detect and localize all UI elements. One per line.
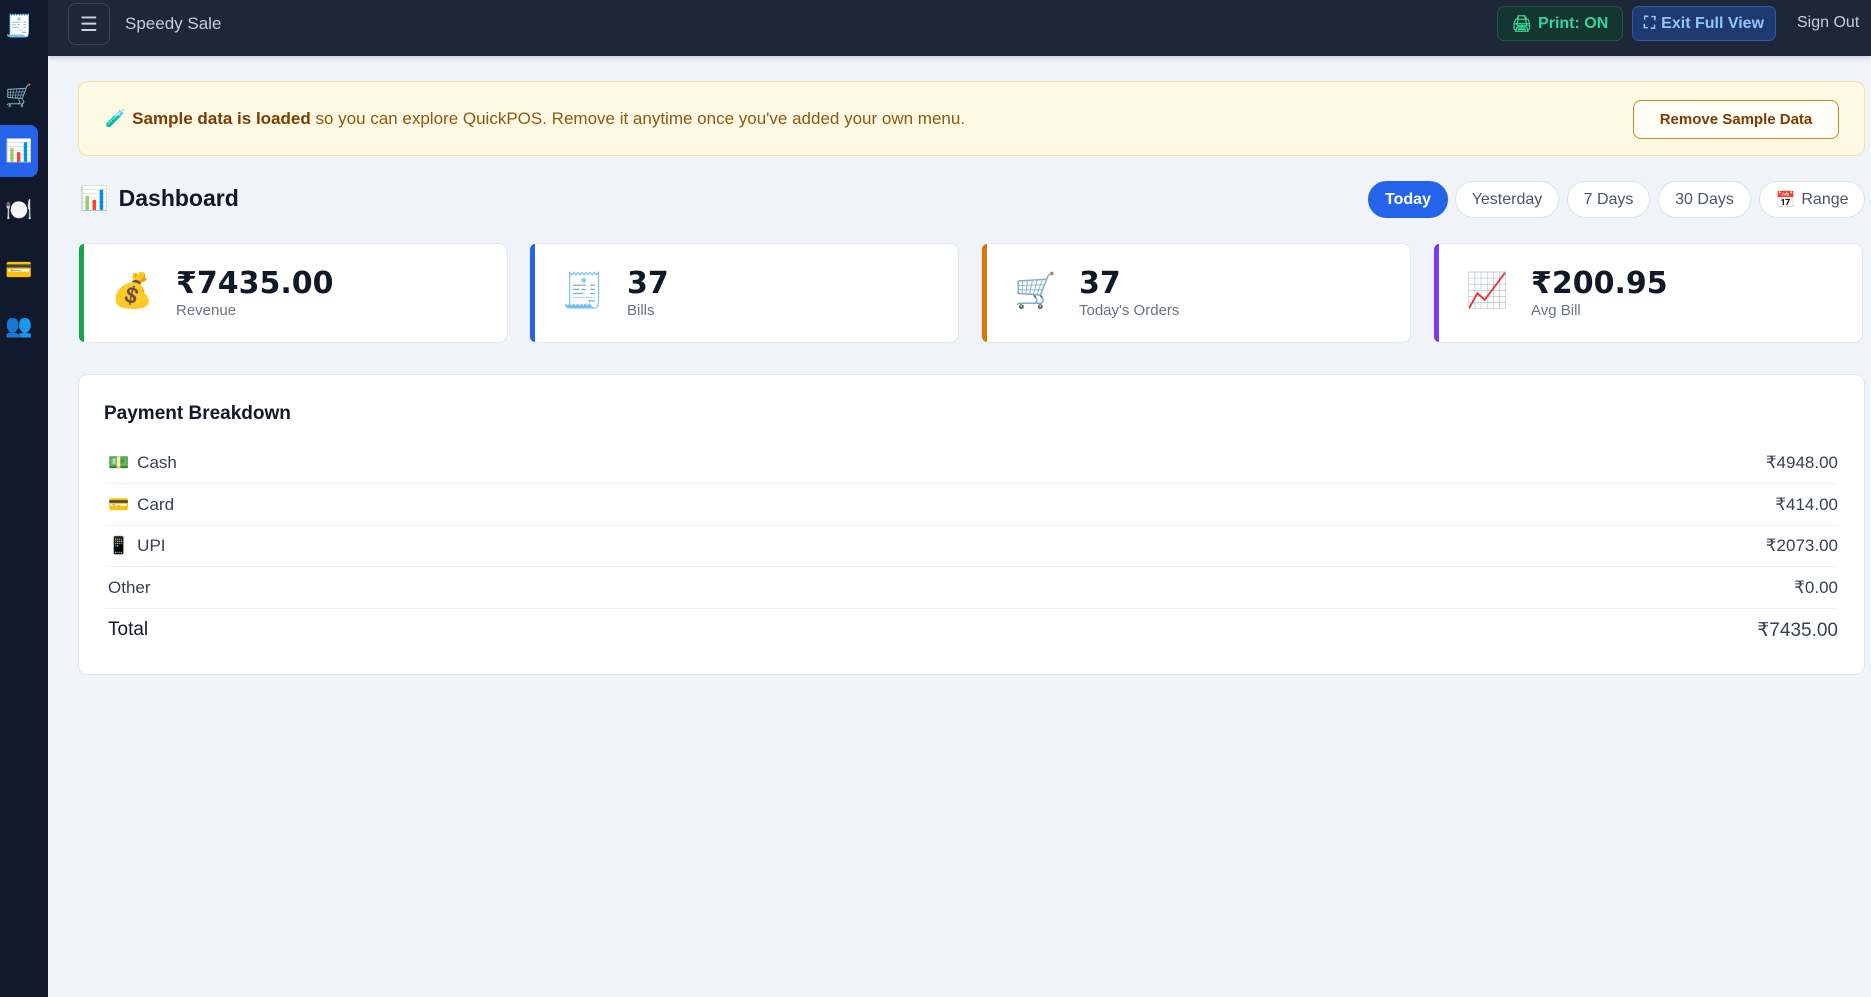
hamburger-icon: ☰ — [80, 13, 98, 36]
payment-method: Other — [105, 578, 151, 598]
banner-bold-text: Sample data is loaded — [132, 109, 311, 128]
range-today-button[interactable]: Today — [1368, 181, 1448, 218]
range-custom-button[interactable]: 📅 Range — [1759, 181, 1865, 218]
cart-icon: 🛒 — [1014, 272, 1057, 310]
exit-full-view-label: Exit Full View — [1661, 14, 1765, 32]
print-toggle-button[interactable]: 🖨 Print: ON — [1497, 6, 1623, 41]
money-bag-icon: 💰 — [111, 272, 154, 310]
stat-card-avg-bill: 📈 ₹200.95 Avg Bill — [1433, 243, 1863, 343]
total-label: Total — [108, 619, 149, 640]
range-label: Yesterday — [1471, 190, 1543, 208]
range-7-days-button[interactable]: 7 Days — [1567, 181, 1650, 218]
sidebar-item-dashboard[interactable]: 📊 — [0, 125, 38, 177]
banner-message: 🧪 Sample data is loaded so you can explor… — [105, 109, 965, 129]
fullscreen-icon: ⛶ — [1643, 14, 1656, 32]
panel-title: Payment Breakdown — [104, 403, 291, 424]
store-name: Speedy Sale — [125, 14, 222, 33]
sample-data-banner: 🧪 Sample data is loaded so you can explor… — [78, 81, 1865, 156]
payment-amount: ₹0.00 — [1794, 577, 1838, 597]
page-title-text: Dashboard — [118, 185, 239, 211]
card-accent — [982, 244, 987, 342]
stat-value: ₹200.95 — [1531, 266, 1668, 301]
sidebar-item-menu[interactable]: 🍽️ — [0, 184, 38, 236]
stat-label: Revenue — [176, 302, 237, 319]
printer-icon: 🖨 — [1511, 15, 1533, 33]
range-30-days-button[interactable]: 30 Days — [1658, 181, 1751, 218]
bar-chart-icon: 📊 — [80, 185, 109, 211]
users-icon: 👥 — [5, 313, 33, 338]
payment-row-cash: 💵 Cash ₹4948.00 — [105, 442, 1838, 484]
exit-full-view-button[interactable]: ⛶ Exit Full View — [1632, 6, 1776, 41]
menu-toggle-button[interactable]: ☰ — [68, 3, 110, 45]
payment-breakdown-panel: Payment Breakdown 💵 Cash ₹4948.00 💳 Card… — [78, 374, 1865, 675]
stat-label: Avg Bill — [1531, 302, 1581, 319]
payment-method-label: Cash — [137, 452, 177, 472]
payment-row-upi: 📱 UPI ₹2073.00 — [105, 525, 1838, 567]
payment-amount: ₹4948.00 — [1765, 452, 1838, 472]
trend-chart-icon: 📈 — [1466, 272, 1509, 310]
stat-card-revenue: 💰 ₹7435.00 Revenue — [78, 243, 508, 343]
credit-card-icon: 💳 — [5, 257, 33, 282]
stat-card-orders: 🛒 37 Today's Orders — [981, 243, 1411, 343]
payment-method-label: Card — [137, 494, 175, 514]
remove-sample-data-button[interactable]: Remove Sample Data — [1633, 100, 1839, 139]
cart-icon: 🛒 — [5, 83, 33, 108]
stat-label: Bills — [627, 302, 655, 319]
payment-method: 💵 Cash — [105, 453, 177, 473]
payment-method-label: Other — [108, 577, 151, 597]
bar-chart-icon: 📊 — [5, 138, 33, 163]
payment-amount: ₹414.00 — [1775, 494, 1838, 514]
payment-row-other: Other ₹0.00 — [105, 567, 1838, 609]
card-accent — [530, 244, 535, 342]
cash-icon: 💵 — [108, 452, 130, 472]
stat-value: ₹7435.00 — [176, 266, 334, 301]
sign-out-link[interactable]: Sign Out — [1797, 14, 1859, 32]
stat-card-bills: 🧾 37 Bills — [529, 243, 959, 343]
payment-amount: ₹2073.00 — [1765, 535, 1838, 555]
payment-method: 📱 UPI — [105, 536, 166, 556]
receipt-icon: 🧾 — [5, 13, 33, 38]
topbar: ☰ Speedy Sale 🖨 Print: ON ⛶ Exit Full Vi… — [48, 0, 1871, 56]
payment-row-total: Total ₹7435.00 — [105, 609, 1838, 651]
print-toggle-label: Print: ON — [1538, 14, 1609, 32]
range-label: Range — [1801, 190, 1849, 208]
calendar-icon: 📅 — [1775, 191, 1796, 209]
banner-body-text: so you can explore QuickPOS. Remove it a… — [310, 109, 966, 128]
range-label: 7 Days — [1583, 190, 1634, 208]
plate-icon: 🍽️ — [5, 197, 33, 222]
total-amount: ₹7435.00 — [1757, 619, 1838, 641]
card-accent — [79, 244, 84, 342]
mobile-phone-icon: 📱 — [108, 535, 130, 555]
payment-row-card: 💳 Card ₹414.00 — [105, 484, 1838, 526]
sidebar-item-pos[interactable]: 🛒 — [0, 70, 38, 122]
sidebar-item-payments[interactable]: 💳 — [0, 244, 38, 296]
sidebar-item-bills[interactable]: 🧾 — [0, 0, 38, 52]
stat-value: 37 — [1079, 266, 1121, 301]
sidebar: 🧾 🛒 📊 🍽️ 💳 👥 — [0, 0, 48, 997]
payment-method-label: UPI — [137, 535, 166, 555]
sidebar-item-staff[interactable]: 👥 — [0, 300, 38, 352]
range-label: 30 Days — [1675, 190, 1734, 208]
credit-card-icon: 💳 — [108, 494, 130, 514]
test-tube-icon: 🧪 — [105, 109, 127, 128]
card-accent — [1434, 244, 1439, 342]
range-yesterday-button[interactable]: Yesterday — [1455, 181, 1559, 218]
page-title: 📊 Dashboard — [80, 185, 239, 212]
stat-label: Today's Orders — [1079, 302, 1180, 319]
payment-method: 💳 Card — [105, 495, 174, 515]
stat-value: 37 — [627, 266, 669, 301]
range-label: Today — [1385, 190, 1431, 208]
receipt-icon: 🧾 — [562, 272, 605, 310]
